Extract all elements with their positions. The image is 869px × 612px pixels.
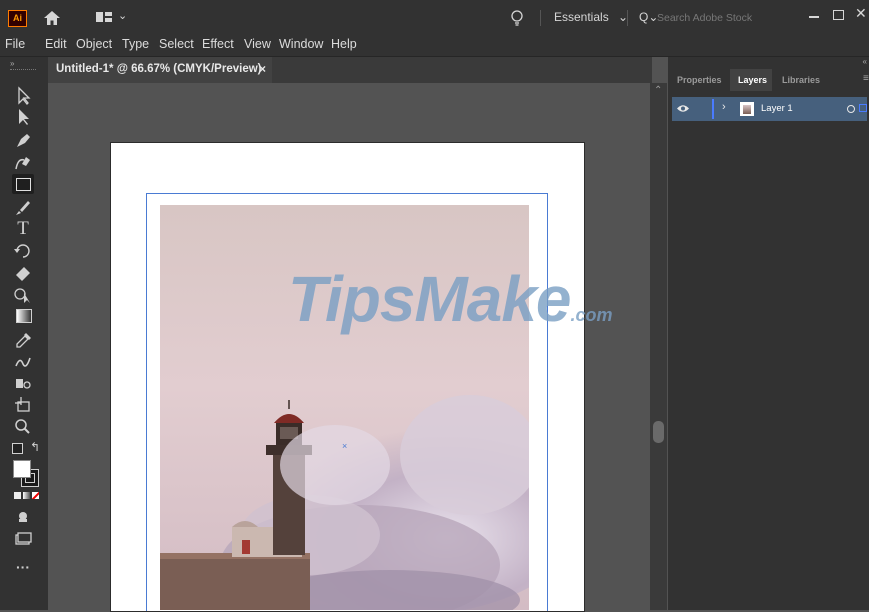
arrange-documents-icon[interactable] xyxy=(96,12,112,22)
curvature-tool-icon[interactable] xyxy=(12,152,34,172)
minimize-button[interactable] xyxy=(806,8,822,24)
menu-edit[interactable]: Edit xyxy=(45,37,67,51)
eraser-tool-icon[interactable] xyxy=(12,263,34,283)
search-icon: Q⌄ xyxy=(639,10,659,24)
tab-libraries[interactable]: Libraries xyxy=(782,75,820,85)
divider xyxy=(627,10,628,26)
home-icon[interactable] xyxy=(44,11,60,25)
workspace-switcher[interactable]: Essentials ⌄ xyxy=(554,10,628,24)
direct-selection-tool-icon[interactable] xyxy=(12,107,34,127)
type-tool-icon[interactable]: T xyxy=(12,219,34,239)
more-tools-icon[interactable]: ··· xyxy=(12,557,34,577)
menu-effect[interactable]: Effect xyxy=(202,37,234,51)
symbol-sprayer-tool-icon[interactable] xyxy=(12,373,34,393)
search-placeholder: Search Adobe Stock xyxy=(657,12,753,24)
screen-mode-icon[interactable] xyxy=(12,529,34,549)
color-mode-buttons[interactable] xyxy=(14,492,40,500)
workspace-label: Essentials xyxy=(554,10,609,24)
layer-color-bar xyxy=(712,99,714,119)
menu-bar: File Edit Object Type Select Effect View… xyxy=(0,34,869,57)
panel-collapse-icon[interactable]: « xyxy=(863,57,867,66)
menu-object[interactable]: Object xyxy=(76,37,112,51)
paintbrush-tool-icon[interactable] xyxy=(12,198,34,218)
tools-panel: » T ↰ ··· xyxy=(0,57,49,610)
document-tab-title: Untitled-1* @ 66.67% (CMYK/Preview) xyxy=(56,63,262,75)
selection-tool-icon[interactable] xyxy=(12,86,34,106)
rectangle-tool-icon[interactable] xyxy=(12,174,34,194)
layers-panel: « Properties Layers Libraries ≡ › Layer … xyxy=(668,57,869,610)
layer-name[interactable]: Layer 1 xyxy=(761,103,793,114)
menu-window[interactable]: Window xyxy=(279,37,323,51)
draw-mode-icon[interactable] xyxy=(12,507,34,527)
pen-tool-icon[interactable] xyxy=(12,130,34,150)
vertical-scrollbar[interactable]: ⌃ xyxy=(650,83,667,610)
panel-collapse-icon[interactable]: » xyxy=(10,59,14,68)
document-tab[interactable]: Untitled-1* @ 66.67% (CMYK/Preview) × xyxy=(48,57,272,83)
artboard-tool-icon[interactable] xyxy=(12,395,34,415)
swap-colors-icon[interactable]: ↰ xyxy=(30,440,40,454)
tab-properties[interactable]: Properties xyxy=(677,75,722,85)
watermark-suffix: .com xyxy=(570,305,613,325)
panel-tabs: Properties Layers Libraries ≡ xyxy=(668,69,869,91)
panel-menu-icon[interactable]: ≡ xyxy=(863,73,869,84)
layer-selection-indicator[interactable] xyxy=(859,104,867,112)
center-point-marker: × xyxy=(342,441,348,451)
eyedropper-tool-icon[interactable] xyxy=(12,330,34,350)
fill-color-swatch[interactable] xyxy=(13,460,31,478)
stock-search-input[interactable]: Q⌄ Search Adobe Stock xyxy=(637,8,791,28)
layer-target-icon[interactable] xyxy=(847,105,855,113)
eye-icon[interactable] xyxy=(677,104,689,113)
maximize-button[interactable] xyxy=(830,8,846,24)
menu-select[interactable]: Select xyxy=(159,37,194,51)
lightbulb-icon[interactable] xyxy=(511,10,523,26)
scroll-up-icon[interactable]: ⌃ xyxy=(654,85,662,96)
close-tab-icon[interactable]: × xyxy=(259,62,266,76)
scrollbar-thumb[interactable] xyxy=(653,421,664,443)
blend-tool-icon[interactable] xyxy=(12,352,34,372)
menu-file[interactable]: File xyxy=(5,37,25,51)
chevron-down-icon[interactable]: ⌄ xyxy=(118,9,127,22)
layer-row[interactable]: › Layer 1 xyxy=(672,97,867,121)
watermark: TipsMake.com xyxy=(288,262,613,336)
divider xyxy=(540,10,541,26)
gradient-tool-icon[interactable] xyxy=(16,309,32,323)
default-colors-icon[interactable] xyxy=(12,443,23,454)
rotate-tool-icon[interactable] xyxy=(12,241,34,261)
zoom-tool-icon[interactable] xyxy=(12,417,34,437)
tab-layers[interactable]: Layers xyxy=(738,75,767,85)
menu-view[interactable]: View xyxy=(244,37,271,51)
close-button[interactable]: ✕ xyxy=(855,5,867,22)
watermark-text: TipsMake xyxy=(288,263,571,335)
menu-type[interactable]: Type xyxy=(122,37,149,51)
layer-thumbnail xyxy=(740,102,754,116)
title-bar: Ai ⌄ Essentials ⌄ Q⌄ Search Adobe Stock … xyxy=(0,0,869,34)
menu-help[interactable]: Help xyxy=(331,37,357,51)
expand-layer-icon[interactable]: › xyxy=(722,101,726,113)
illustrator-logo: Ai xyxy=(8,10,27,27)
panel-grip[interactable] xyxy=(10,69,36,72)
document-tab-bar: Untitled-1* @ 66.67% (CMYK/Preview) × xyxy=(48,57,652,83)
shape-builder-tool-icon[interactable] xyxy=(12,285,34,305)
